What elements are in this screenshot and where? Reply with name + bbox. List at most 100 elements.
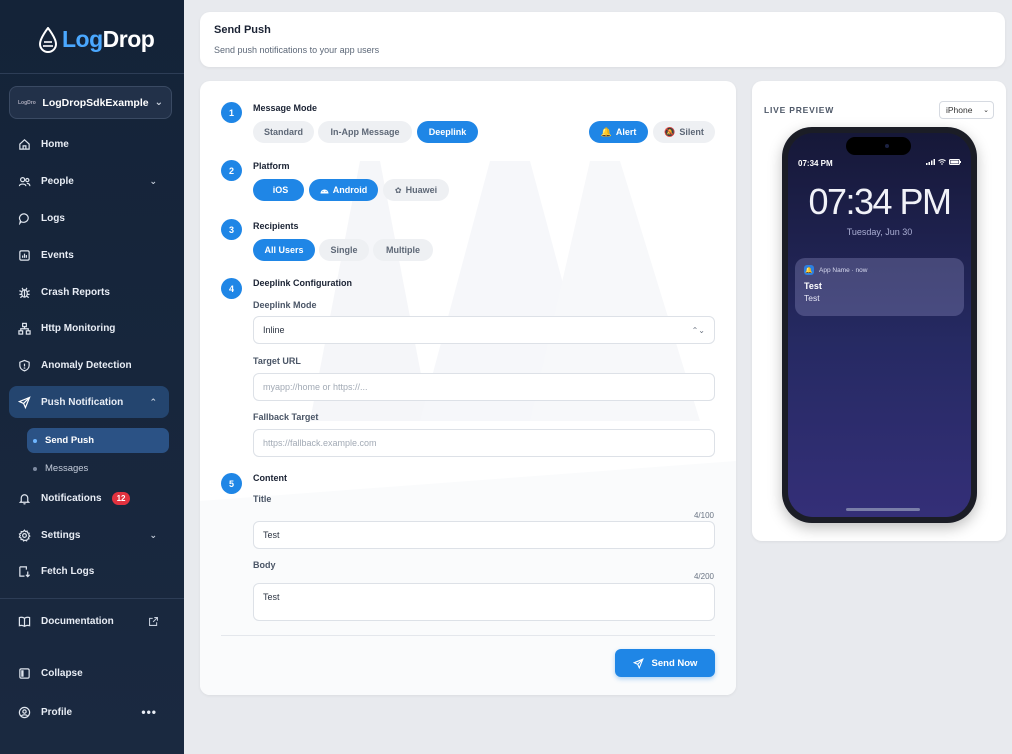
logo-text-drop: Drop	[102, 26, 155, 52]
title-char-counter: 4/100	[693, 511, 714, 520]
target-url-label: Target URL	[253, 356, 301, 366]
sidebar-item-profile[interactable]: Profile •••	[9, 696, 169, 728]
chat-bubble-icon	[18, 212, 29, 225]
sidebar-item-label: Profile	[41, 706, 73, 718]
type-silent-button[interactable]: 🔕 Silent	[653, 121, 715, 143]
send-now-label: Send Now	[651, 657, 698, 669]
bullet-icon	[33, 466, 37, 471]
bar-chart-icon	[19, 249, 30, 261]
sidebar-divider	[0, 73, 184, 74]
project-name: LogDropSdkExample	[42, 96, 149, 109]
section-title-deeplink-configuration: Deeplink Configuration	[253, 278, 352, 288]
sidebar-item-label: People	[41, 175, 74, 187]
sidebar-item-label: Settings	[41, 529, 81, 541]
sidebar-item-home[interactable]: Home	[9, 128, 169, 160]
send-icon	[632, 657, 644, 669]
lock-screen-date: Tuesday, Jun 30	[846, 227, 913, 237]
collapse-icon	[19, 667, 30, 679]
sidebar-item-fetch-logs[interactable]: Fetch Logs	[9, 555, 169, 587]
sidebar-item-label: Crash Reports	[41, 286, 110, 298]
section-title-message-mode: Message Mode	[253, 103, 318, 113]
sidebar-item-anomaly-detection[interactable]: Anomaly Detection	[9, 349, 169, 381]
section-title-platform: Platform	[253, 161, 290, 171]
deeplink-mode-value: Inline	[263, 325, 285, 335]
sidebar-divider	[0, 598, 184, 599]
external-link-icon	[149, 616, 158, 626]
app-bell-icon: 🔔	[804, 265, 814, 275]
phone-mockup: 07:34 PM 07:34 PM Tuesday, Jun 30 🔔 App …	[782, 127, 977, 523]
page-subtitle: Send push notifications to your app user…	[214, 45, 380, 55]
platform-huawei-button[interactable]: ✿ Huawei	[383, 179, 449, 201]
recipients-all-users-button[interactable]: All Users	[253, 239, 315, 261]
chevron-down-icon: ⌄	[149, 529, 157, 540]
bell-off-icon: 🔕	[664, 126, 676, 137]
chevron-down-icon: ⌄	[154, 97, 163, 108]
live-preview-panel: LIVE PREVIEW iPhone ⌄ 07:34 PM 07:34 PM …	[752, 81, 1006, 541]
step-badge-4: 4	[221, 278, 242, 299]
mode-in-app-message-button[interactable]: In-App Message	[318, 121, 412, 143]
status-bar-time: 07:34 PM	[798, 159, 833, 168]
type-silent-label: Silent	[679, 127, 704, 137]
android-icon	[320, 189, 329, 193]
sidebar-item-people[interactable]: People ⌄	[9, 165, 169, 197]
title-label: Title	[253, 494, 272, 504]
sidebar-item-logs[interactable]: Logs	[9, 202, 169, 234]
type-alert-button[interactable]: 🔔 Alert	[589, 121, 648, 143]
body-textarea[interactable]: Test	[253, 583, 715, 621]
signal-icon	[926, 159, 935, 165]
step-badge-3: 3	[221, 219, 242, 240]
sidebar-item-label: Events	[41, 249, 74, 261]
recipients-multiple-button[interactable]: Multiple	[373, 239, 433, 261]
people-icon	[18, 176, 31, 186]
sidebar-item-label: Logs	[41, 212, 65, 224]
sidebar-item-label: Http Monitoring	[41, 322, 116, 334]
sidebar-item-push-notification[interactable]: Push Notification ⌃	[9, 386, 169, 418]
sidebar-item-http-monitoring[interactable]: Http Monitoring	[9, 312, 169, 344]
notification-body: Test	[804, 293, 820, 303]
title-input[interactable]: Test	[253, 521, 715, 549]
sidebar-item-notifications[interactable]: Notifications 12	[9, 482, 169, 514]
deeplink-mode-select[interactable]: Inline ⌃⌄	[253, 316, 715, 344]
step-badge-2: 2	[221, 160, 242, 181]
home-indicator	[846, 508, 920, 511]
bullet-icon	[33, 438, 37, 443]
mode-standard-button[interactable]: Standard	[253, 121, 314, 143]
sidebar-item-crash-reports[interactable]: Crash Reports	[9, 276, 169, 308]
logo-text-log: Log	[62, 26, 103, 52]
sidebar-item-events[interactable]: Events	[9, 239, 169, 271]
more-options-icon[interactable]: •••	[141, 705, 157, 719]
app-logo[interactable]: Log Drop	[38, 26, 155, 53]
sidebar-item-documentation[interactable]: Documentation	[9, 605, 169, 637]
mode-deeplink-button[interactable]: Deeplink	[417, 121, 478, 143]
sidebar-subitem-messages[interactable]: Messages	[27, 456, 169, 481]
device-select-value: iPhone	[946, 105, 973, 115]
page-header: Send Push Send push notifications to you…	[200, 12, 1005, 67]
fallback-target-input[interactable]: https://fallback.example.com	[253, 429, 715, 457]
send-now-button[interactable]: Send Now	[615, 649, 715, 677]
camera-icon	[885, 144, 889, 148]
platform-android-label: Android	[332, 185, 368, 195]
recipients-single-button[interactable]: Single	[319, 239, 369, 261]
platform-ios-label: iOS	[272, 185, 289, 195]
section-title-recipients: Recipients	[253, 221, 299, 231]
platform-ios-button[interactable]: iOS	[253, 179, 304, 201]
user-circle-icon	[18, 706, 31, 718]
logdrop-logo-icon	[38, 26, 58, 53]
sidebar-item-settings[interactable]: Settings ⌄	[9, 519, 169, 551]
target-url-input[interactable]: myapp://home or https://...	[253, 373, 715, 401]
chevron-down-icon: ⌄	[983, 107, 989, 114]
send-icon	[18, 395, 31, 409]
sidebar-item-label: Push Notification	[41, 396, 124, 408]
sidebar-item-collapse[interactable]: Collapse	[9, 657, 169, 689]
page-title: Send Push	[214, 24, 271, 36]
lock-screen-clock: 07:34 PM	[808, 181, 952, 222]
body-label: Body	[253, 560, 276, 570]
notification-preview: 🔔 App Name · now Test Test	[795, 258, 964, 316]
platform-android-button[interactable]: Android	[309, 179, 378, 201]
sidebar-subitem-send-push[interactable]: Send Push	[27, 428, 169, 453]
device-select[interactable]: iPhone ⌄	[939, 101, 994, 119]
project-selector[interactable]: LogDrop LogDropSdkExample ⌄	[9, 86, 172, 119]
download-icon	[19, 565, 31, 577]
platform-huawei-label: Huawei	[405, 185, 438, 195]
gear-icon	[18, 528, 31, 542]
